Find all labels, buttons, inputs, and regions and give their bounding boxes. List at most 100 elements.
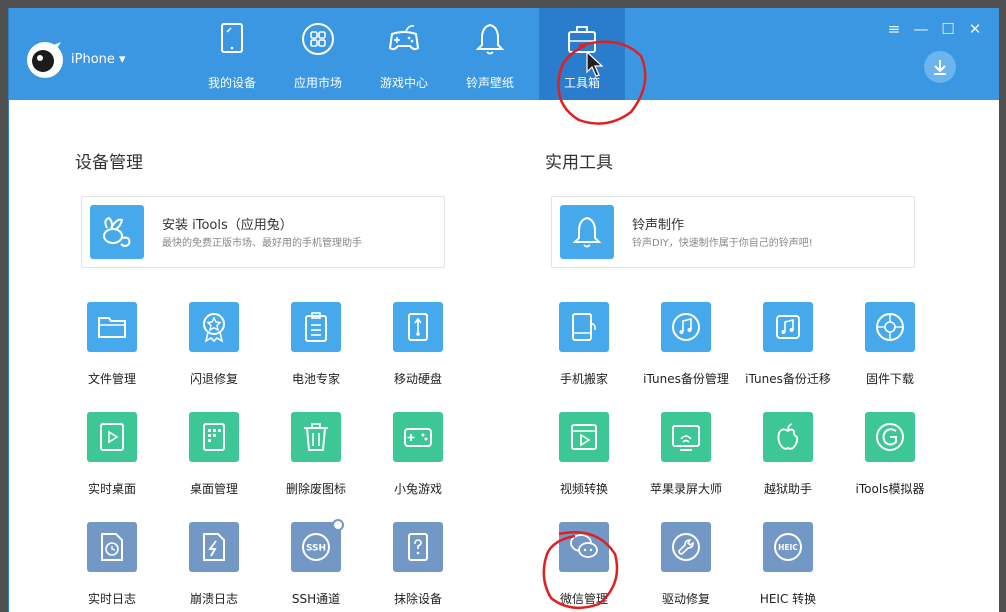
clipboard-icon — [291, 302, 341, 352]
grid-icon — [189, 412, 239, 462]
tool-itunes-backup-management[interactable]: iTunes备份管理 — [631, 302, 741, 392]
device-management-title: 设备管理 — [75, 153, 143, 173]
tool-label: 抹除设备 — [393, 592, 442, 606]
top-bar: iPhone ▾ 我的设备 应用市场 游戏中心 铃声壁纸 工具箱 ≡ — ☐ ✕ — [9, 8, 999, 100]
install-itools-card[interactable]: 安装 iTools（应用兔） 最快的免费正版市场、最好用的手机管理助手 — [81, 196, 445, 268]
phone-transfer-icon — [559, 302, 609, 352]
tool-driver-repair[interactable]: 驱动修复 — [631, 522, 741, 612]
tool-video-conversion[interactable]: 视频转换 — [529, 412, 639, 502]
gamepad-icon — [393, 412, 443, 462]
tool-label: 桌面管理 — [189, 482, 238, 496]
minimize-button[interactable]: — — [911, 20, 931, 38]
bell-icon — [560, 205, 614, 259]
tool-ssh-channel[interactable]: SSH SSH通道 — [261, 519, 371, 612]
tool-live-log[interactable]: 实时日志 — [57, 522, 167, 612]
music-migrate-icon — [763, 302, 813, 352]
tool-label: 微信管理 — [559, 592, 608, 606]
app-window: iPhone ▾ 我的设备 应用市场 游戏中心 铃声壁纸 工具箱 ≡ — ☐ ✕… — [8, 8, 999, 612]
tool-firmware-download[interactable]: 固件下载 — [835, 302, 945, 392]
tool-label: 实时桌面 — [87, 482, 136, 496]
tool-label: HEIC 转换 — [759, 592, 817, 606]
toolbox-icon — [568, 26, 596, 53]
folder-icon — [87, 302, 137, 352]
download-manager-button[interactable] — [924, 51, 956, 83]
tool-itunes-backup-migration[interactable]: iTunes备份迁移 — [733, 302, 843, 392]
maximize-button[interactable]: ☐ — [938, 20, 958, 38]
rabbit-icon — [90, 205, 144, 259]
tool-rabbit-games[interactable]: 小兔游戏 — [363, 412, 473, 502]
tool-label: 实时日志 — [87, 592, 136, 606]
nav-game-center[interactable]: 游戏中心 — [361, 8, 447, 100]
tool-label: 苹果录屏大师 — [649, 482, 722, 496]
apple-icon — [763, 412, 813, 462]
nav-app-market[interactable]: 应用市场 — [275, 8, 361, 100]
tool-label: iTools模拟器 — [855, 482, 925, 496]
tool-phone-transfer[interactable]: 手机搬家 — [529, 302, 639, 392]
tool-file-management[interactable]: 文件管理 — [57, 302, 167, 392]
crash-doc-icon — [189, 522, 239, 572]
screen-cast-icon — [661, 412, 711, 462]
nav-label: 应用市场 — [293, 76, 342, 90]
tool-delete-dead-icons[interactable]: 删除废图标 — [261, 412, 371, 502]
tool-label: 越狱助手 — [763, 482, 812, 496]
tool-heic-conversion[interactable]: HEIC HEIC 转换 — [733, 522, 843, 612]
tool-label: 手机搬家 — [559, 372, 608, 386]
utilities-title: 实用工具 — [545, 153, 613, 173]
ssh-badge-text: SSH — [306, 544, 326, 554]
nav-label: 工具箱 — [563, 76, 600, 90]
tool-label: 小兔游戏 — [393, 482, 442, 496]
nav-label: 我的设备 — [207, 76, 256, 90]
heic-icon: HEIC — [763, 522, 813, 572]
nav-toolbox[interactable]: 工具箱 — [539, 8, 625, 100]
tool-label: 崩溃日志 — [189, 592, 238, 606]
ssh-icon: SSH — [291, 519, 344, 572]
tablet-icon — [221, 23, 243, 53]
tool-label: SSH通道 — [291, 592, 341, 606]
tool-label: 闪退修复 — [189, 372, 238, 386]
tool-label: 电池专家 — [291, 372, 340, 386]
tool-battery-expert[interactable]: 电池专家 — [261, 302, 371, 392]
close-button[interactable]: ✕ — [965, 20, 985, 38]
tool-label: 驱动修复 — [661, 592, 710, 606]
tool-mobile-disk[interactable]: 移动硬盘 — [363, 302, 473, 392]
tool-label: 文件管理 — [87, 372, 136, 386]
tool-label: iTunes备份管理 — [643, 372, 729, 386]
clock-doc-icon — [87, 522, 137, 572]
tool-crash-log[interactable]: 崩溃日志 — [159, 522, 269, 612]
tool-erase-device[interactable]: 抹除设备 — [363, 522, 473, 612]
notification-dot — [332, 519, 344, 531]
tool-label: 移动硬盘 — [393, 372, 442, 386]
tool-crash-fix[interactable]: 闪退修复 — [159, 302, 269, 392]
nav-ringtones-wallpapers[interactable]: 铃声壁纸 — [447, 8, 533, 100]
card-title: 铃声制作 — [632, 218, 685, 233]
device-selector[interactable]: iPhone ▾ — [71, 52, 126, 67]
badge-icon — [189, 302, 239, 352]
tool-jailbreak-assistant[interactable]: 越狱助手 — [733, 412, 843, 502]
menu-icon[interactable]: ≡ — [884, 20, 904, 38]
gamepad-icon — [388, 25, 420, 51]
play-screen-icon — [87, 412, 137, 462]
itools-logo-icon[interactable] — [25, 40, 65, 80]
wrench-icon — [661, 522, 711, 572]
tool-itools-emulator[interactable]: iTools模拟器 — [835, 412, 945, 502]
tool-live-desktop[interactable]: 实时桌面 — [57, 412, 167, 502]
wechat-icon — [559, 522, 609, 572]
tool-label: 视频转换 — [559, 482, 608, 496]
tool-wechat-management[interactable]: 微信管理 — [529, 522, 639, 612]
nav-label: 铃声壁纸 — [465, 76, 514, 90]
tool-desktop-management[interactable]: 桌面管理 — [159, 412, 269, 502]
download-icon — [934, 60, 946, 75]
nav-my-device[interactable]: 我的设备 — [189, 8, 275, 100]
erase-device-icon — [393, 522, 443, 572]
card-title: 安装 iTools（应用兔） — [162, 218, 293, 233]
ringtone-maker-card[interactable]: 铃声制作 铃声DIY，快速制作属于你自己的铃声吧! — [551, 196, 915, 268]
trash-icon — [291, 412, 341, 462]
emulator-icon — [865, 412, 915, 462]
tool-screen-recorder[interactable]: 苹果录屏大师 — [631, 412, 741, 502]
card-subtitle: 铃声DIY，快速制作属于你自己的铃声吧! — [632, 238, 813, 249]
apps-icon — [302, 23, 334, 55]
tool-label: iTunes备份迁移 — [745, 372, 831, 386]
tool-label: 固件下载 — [865, 372, 914, 386]
nav-label: 游戏中心 — [379, 76, 428, 90]
card-subtitle: 最快的免费正版市场、最好用的手机管理助手 — [162, 238, 362, 249]
